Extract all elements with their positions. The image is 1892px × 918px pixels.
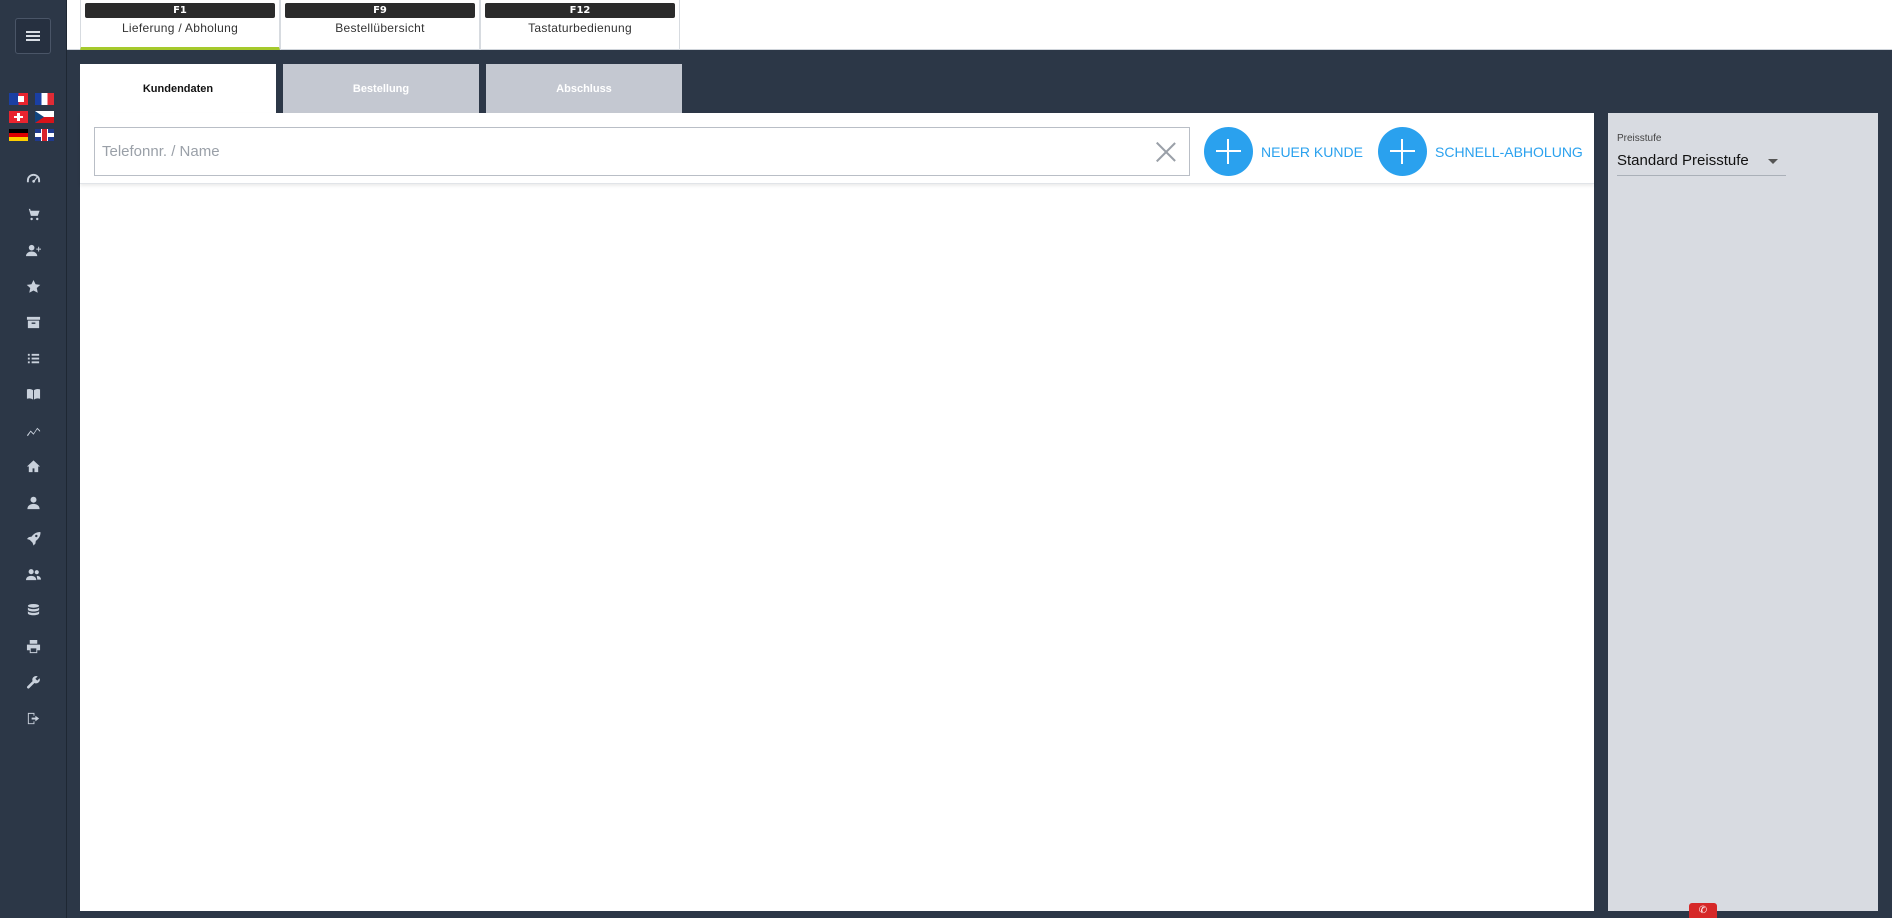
fkey-f1-delivery[interactable]: F1 Lieferung / Abholung: [80, 0, 280, 50]
fkey-f12-keyboard[interactable]: F12 Tastaturbedienung: [480, 0, 680, 50]
flag-ch-icon[interactable]: [9, 111, 28, 123]
price-level-value: Standard Preisstufe: [1617, 152, 1749, 169]
new-customer-button[interactable]: NEUER KUNDE: [1204, 127, 1363, 176]
star-icon[interactable]: [0, 268, 66, 304]
chevron-down-icon: [1768, 159, 1778, 164]
cart-icon[interactable]: [0, 196, 66, 232]
dashboard-icon[interactable]: [0, 160, 66, 196]
fkey-description: Lieferung / Abholung: [121, 21, 239, 35]
printer-icon[interactable]: [0, 628, 66, 664]
quick-pickup-button[interactable]: SCHNELL-ABHOLUNG: [1378, 127, 1583, 176]
customer-data-panel: NEUER KUNDE SCHNELL-ABHOLUNG: [80, 113, 1594, 911]
sidebar-nav: [0, 160, 66, 736]
tab-kundendaten[interactable]: Kundendaten: [80, 64, 276, 113]
fkey-description: Bestellübersicht: [335, 21, 425, 35]
database-icon[interactable]: [0, 592, 66, 628]
clear-icon[interactable]: [1155, 141, 1177, 163]
flag-ch-fr-icon[interactable]: [9, 93, 28, 105]
users-icon[interactable]: [0, 556, 66, 592]
wrench-icon[interactable]: [0, 664, 66, 700]
plus-icon: [1378, 127, 1427, 176]
search-row: NEUER KUNDE SCHNELL-ABHOLUNG: [80, 113, 1594, 184]
logout-icon[interactable]: [0, 700, 66, 736]
menu-toggle-button[interactable]: [15, 18, 51, 54]
chart-icon[interactable]: [0, 412, 66, 448]
new-customer-label: NEUER KUNDE: [1261, 143, 1363, 160]
fkey-label: F1: [85, 3, 275, 18]
fkey-label: F9: [285, 3, 475, 18]
tab-bestellung[interactable]: Bestellung: [283, 64, 479, 113]
price-panel: Preisstufe Standard Preisstufe: [1608, 113, 1878, 911]
hamburger-icon: [26, 31, 40, 41]
add-user-icon[interactable]: [0, 232, 66, 268]
function-key-bar: F1 Lieferung / Abholung F9 Bestellübersi…: [67, 0, 1892, 50]
home-icon[interactable]: [0, 448, 66, 484]
flag-fr-icon[interactable]: [35, 93, 54, 105]
phone-icon[interactable]: ✆: [1689, 903, 1717, 918]
quick-pickup-label: SCHNELL-ABHOLUNG: [1435, 143, 1583, 160]
plus-icon: [1204, 127, 1253, 176]
rocket-icon[interactable]: [0, 520, 66, 556]
flag-uk-icon[interactable]: [35, 129, 54, 141]
tab-abschluss[interactable]: Abschluss: [486, 64, 682, 113]
archive-icon[interactable]: [0, 304, 66, 340]
user-icon[interactable]: [0, 484, 66, 520]
flag-cz-icon[interactable]: [35, 111, 54, 123]
fkey-label: F12: [485, 3, 675, 18]
customer-search: [94, 127, 1190, 176]
price-level-select[interactable]: Standard Preisstufe: [1617, 150, 1786, 176]
fkey-description: Tastaturbedienung: [528, 21, 632, 35]
flag-de-icon[interactable]: [9, 129, 28, 141]
price-level-label: Preisstufe: [1617, 133, 1662, 144]
search-input[interactable]: [95, 128, 1135, 175]
book-icon[interactable]: [0, 376, 66, 412]
sidebar: [0, 0, 67, 918]
fkey-f9-orders[interactable]: F9 Bestellübersicht: [280, 0, 480, 50]
list-icon[interactable]: [0, 340, 66, 376]
language-flags: [9, 93, 55, 141]
